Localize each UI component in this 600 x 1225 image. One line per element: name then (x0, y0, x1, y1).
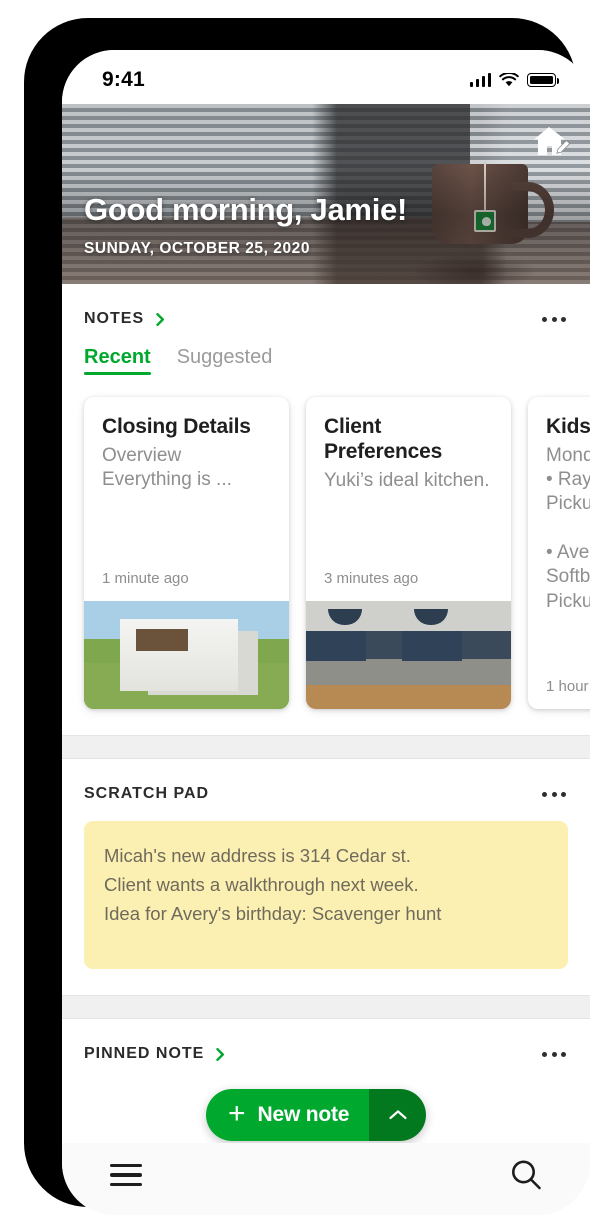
scratch-pad-line: Client wants a walkthrough next week. (104, 874, 419, 896)
note-card-snippet: Mond • Ray – Pickup • Aver Softba Pickup (546, 444, 590, 612)
note-card-timestamp: 1 minute ago (102, 570, 189, 587)
note-card-snippet: Overview Everything is ... (102, 444, 232, 491)
wifi-icon (499, 72, 519, 86)
pinned-note-title-group[interactable]: PINNED NOTE (84, 1045, 227, 1063)
greeting-title: Good morning, Jamie! (84, 192, 407, 227)
pinned-note-header: PINNED NOTE (62, 1019, 590, 1063)
hamburger-menu-icon[interactable] (108, 1156, 144, 1194)
pinned-note-title: PINNED NOTE (84, 1045, 205, 1062)
phone-frame: 9:41 Good morning, Jamie! SUNDAY, OCTOBE… (26, 20, 590, 1215)
new-note-fab[interactable]: + New note (206, 1089, 427, 1141)
scratch-pad-note[interactable]: Micah's new address is 314 Cedar st. Cli… (84, 821, 568, 969)
cellular-signal-icon (469, 73, 491, 87)
notes-title-group[interactable]: NOTES (84, 310, 167, 328)
status-bar-icons (469, 72, 560, 88)
note-card-title: Kids’ (546, 415, 590, 438)
scratch-pad-line: Micah's new address is 314 Cedar st. (104, 845, 411, 866)
note-card-body: Closing Details Overview Everything is .… (84, 397, 289, 601)
notes-more-options-icon[interactable] (540, 311, 568, 328)
pinned-note-section: PINNED NOTE (62, 1019, 590, 1093)
notes-card-carousel[interactable]: Closing Details Overview Everything is .… (62, 375, 590, 735)
note-card-title: Closing Details (102, 415, 251, 438)
home-edit-icon[interactable] (530, 124, 570, 160)
note-card-timestamp: 3 minutes ago (324, 570, 419, 587)
note-card-thumbnail (84, 601, 289, 709)
note-card-body: Kids’ Mond • Ray – Pickup • Aver Softba … (528, 397, 590, 709)
scratch-pad-header: SCRATCH PAD (62, 759, 590, 803)
note-card[interactable]: Closing Details Overview Everything is .… (84, 397, 289, 709)
notes-section: NOTES Recent Suggested Closing Details O… (62, 284, 590, 735)
new-note-expand-button[interactable] (369, 1089, 427, 1141)
phone-screen: 9:41 Good morning, Jamie! SUNDAY, OCTOBE… (62, 50, 590, 1215)
notes-tabs: Recent Suggested (62, 328, 590, 375)
new-note-label: New note (257, 1103, 350, 1126)
hero-date: SUNDAY, OCTOBER 25, 2020 (84, 240, 310, 257)
search-icon[interactable] (508, 1157, 544, 1193)
scratch-pad-title-group: SCRATCH PAD (84, 785, 209, 803)
note-card-snippet: Yuki’s ideal kitchen. (324, 469, 490, 491)
note-card-body: Client Preferences Yuki’s ideal kitchen.… (306, 397, 511, 601)
notes-section-header: NOTES (62, 284, 590, 328)
bottom-navigation-bar (62, 1143, 590, 1215)
section-divider-band (62, 995, 590, 1019)
tab-recent[interactable]: Recent (84, 346, 151, 375)
scratch-pad-title: SCRATCH PAD (84, 785, 210, 802)
tab-suggested[interactable]: Suggested (177, 346, 273, 375)
plus-icon: + (228, 1096, 246, 1130)
battery-icon (527, 73, 560, 87)
note-card-thumbnail (306, 601, 511, 709)
new-note-button[interactable]: + New note (206, 1089, 370, 1141)
section-divider-band (62, 735, 590, 759)
status-bar: 9:41 (62, 50, 590, 104)
chevron-right-icon[interactable] (154, 312, 167, 326)
note-card[interactable]: Kids’ Mond • Ray – Pickup • Aver Softba … (528, 397, 590, 709)
note-card-title: Client Preferences (324, 415, 443, 463)
status-bar-time: 9:41 (102, 68, 145, 91)
scratch-pad-section: SCRATCH PAD Micah's new address is 314 C… (62, 759, 590, 995)
note-card-timestamp: 1 hour (546, 678, 589, 695)
scratch-pad-more-options-icon[interactable] (540, 786, 568, 803)
hero-header: Good morning, Jamie! SUNDAY, OCTOBER 25,… (62, 104, 590, 284)
note-card[interactable]: Client Preferences Yuki’s ideal kitchen.… (306, 397, 511, 709)
chevron-up-icon (389, 1110, 407, 1120)
chevron-right-icon[interactable] (214, 1047, 227, 1061)
pinned-note-more-options-icon[interactable] (540, 1046, 568, 1063)
notes-section-title: NOTES (84, 310, 145, 327)
scratch-pad-line: Idea for Avery's birthday: Scavenger hun… (104, 903, 442, 925)
hero-text-block: Good morning, Jamie! SUNDAY, OCTOBER 25,… (84, 192, 500, 258)
